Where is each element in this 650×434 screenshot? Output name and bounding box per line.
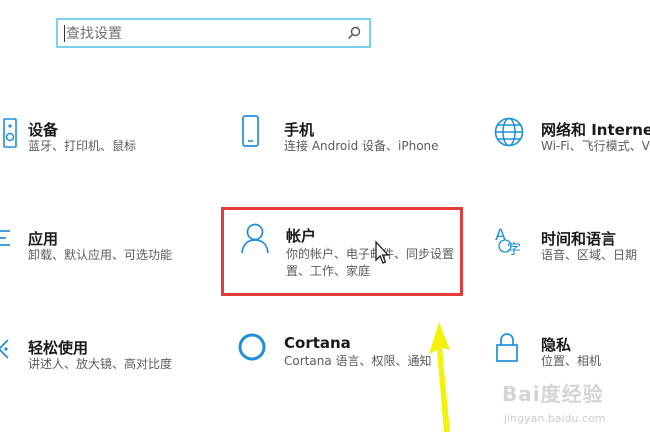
watermark-brand: Bai度经验 bbox=[502, 382, 604, 406]
app-list-icon bbox=[0, 230, 10, 246]
cortana-circle-icon bbox=[238, 333, 266, 361]
tile-title: 隐私 bbox=[541, 336, 572, 354]
tile-time-language[interactable]: A 字 时间和语言 语音、区域、日期 bbox=[493, 222, 650, 282]
search-input[interactable] bbox=[66, 24, 336, 44]
tile-title: 应用 bbox=[28, 230, 59, 248]
tile-title: Cortana bbox=[284, 334, 351, 352]
tile-phone[interactable]: 手机 连接 Android 设备、iPhone bbox=[240, 113, 460, 173]
watermark-url: jingyan.baidu.com bbox=[504, 412, 606, 425]
tile-title: 网络和 Internet bbox=[541, 121, 650, 139]
tile-title: 手机 bbox=[284, 121, 315, 139]
search-box[interactable] bbox=[56, 18, 371, 48]
search-icon[interactable] bbox=[347, 26, 361, 40]
time-language-icon: A 字 bbox=[495, 225, 521, 258]
keyboard-speaker-icon bbox=[3, 118, 17, 148]
tile-title: 设备 bbox=[28, 121, 59, 139]
tile-description: 讲述人、放大镜、高对比度 bbox=[28, 357, 173, 371]
tile-apps[interactable]: 应用 卸载、默认应用、可选功能 bbox=[0, 222, 200, 282]
tile-title: 时间和语言 bbox=[541, 230, 617, 248]
arrow-annotation-icon bbox=[429, 322, 450, 432]
tile-description: Wi-Fi、飞行模式、VPN bbox=[541, 139, 650, 153]
highlight-box bbox=[221, 207, 463, 296]
phone-icon bbox=[242, 115, 259, 147]
tile-ease-of-access[interactable]: 轻松使用 讲述人、放大镜、高对比度 bbox=[0, 331, 200, 391]
tile-network[interactable]: 网络和 Internet Wi-Fi、飞行模式、VPN bbox=[493, 113, 650, 173]
tile-devices[interactable]: 设备 蓝牙、打印机、鼠标 bbox=[0, 113, 200, 173]
ease-of-access-icon bbox=[0, 339, 9, 359]
mouse-cursor-icon bbox=[375, 240, 390, 264]
tile-description: 位置、相机 bbox=[541, 354, 602, 368]
text-cursor bbox=[64, 25, 65, 42]
watermark: Bai度经验 jingyan.baidu.com bbox=[498, 378, 648, 434]
globe-icon bbox=[494, 117, 524, 147]
tile-description: 蓝牙、打印机、鼠标 bbox=[28, 139, 137, 153]
tile-description: 语音、区域、日期 bbox=[541, 248, 638, 262]
lock-icon bbox=[496, 333, 518, 362]
tile-description: 连接 Android 设备、iPhone bbox=[284, 139, 439, 153]
tile-description: Cortana 语言、权限、通知 bbox=[284, 354, 432, 368]
tile-title: 轻松使用 bbox=[28, 339, 89, 357]
tile-description: 卸载、默认应用、可选功能 bbox=[28, 248, 173, 262]
